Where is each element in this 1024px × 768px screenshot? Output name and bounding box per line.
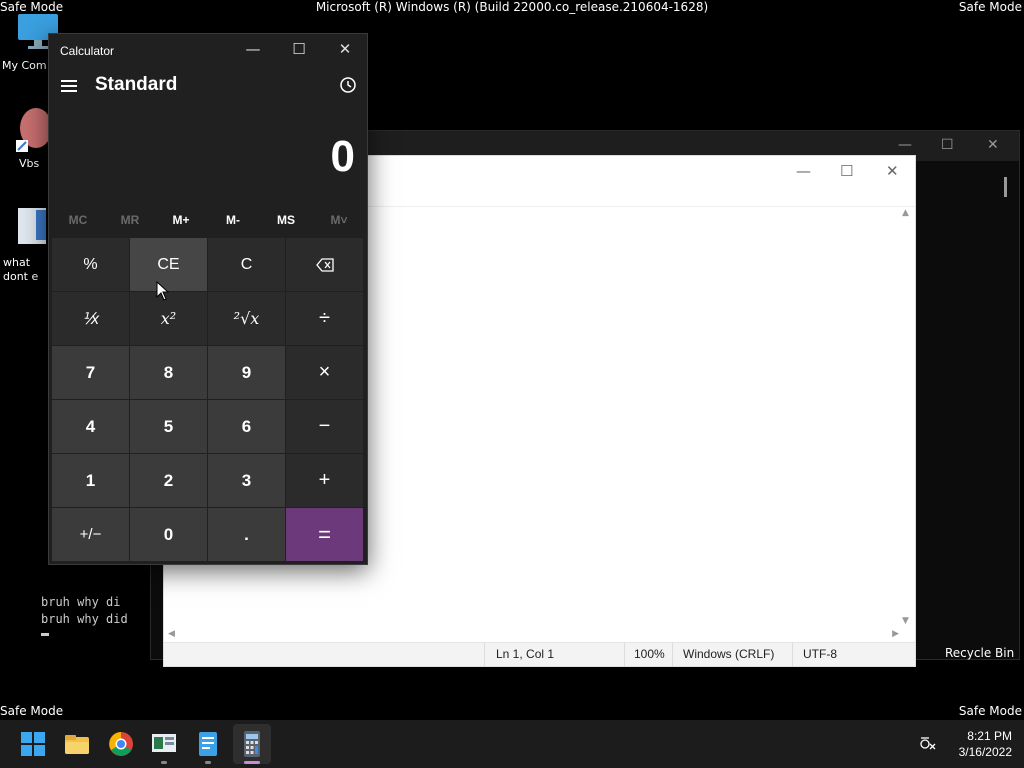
percent-button[interactable]: %: [52, 238, 129, 291]
taskbar: 8:21 PM 3/16/2022: [0, 720, 1024, 768]
console-scrollbar-thumb[interactable]: [1004, 177, 1007, 197]
memory-list-button[interactable]: M˅: [319, 213, 359, 227]
memory-add-button[interactable]: M+: [161, 213, 201, 227]
history-icon[interactable]: [339, 76, 357, 94]
safe-mode-label-bottom-left: Safe Mode: [0, 704, 64, 718]
notepad-status-bar: Ln 1, Col 1 100% Windows (CRLF) UTF-8: [164, 642, 915, 667]
divide-button[interactable]: ÷: [286, 292, 363, 345]
negate-button[interactable]: +/−: [52, 508, 129, 561]
close-icon[interactable]: ✕: [330, 40, 360, 58]
window-title: Calculator: [60, 44, 115, 58]
status-divider: [792, 643, 793, 667]
console-line: bruh why di: [41, 595, 121, 609]
digit-8-button[interactable]: 8: [130, 346, 207, 399]
scroll-down-icon[interactable]: ▼: [902, 616, 909, 626]
network-disconnected-icon[interactable]: [918, 734, 938, 754]
backspace-icon: [315, 257, 334, 272]
digit-9-button[interactable]: 9: [208, 346, 285, 399]
maximize-icon[interactable]: ☐: [840, 162, 853, 180]
status-divider: [624, 643, 625, 667]
recycle-bin-label[interactable]: Recycle Bin: [945, 646, 1014, 660]
square-root-button[interactable]: ²√x: [208, 292, 285, 345]
multiply-button[interactable]: ×: [286, 346, 363, 399]
memory-recall-button[interactable]: MR: [110, 213, 150, 227]
digit-1-button[interactable]: 1: [52, 454, 129, 507]
calculator-display: 0: [330, 132, 355, 181]
notepad-horizontal-scrollbar[interactable]: ◀ ▶: [166, 628, 899, 642]
status-encoding: UTF-8: [803, 647, 837, 661]
clear-button[interactable]: C: [208, 238, 285, 291]
minimize-icon[interactable]: —: [796, 162, 811, 180]
close-icon[interactable]: ✕: [987, 137, 999, 153]
digit-0-button[interactable]: 0: [130, 508, 207, 561]
status-divider: [672, 643, 673, 667]
clock-time: 8:21 PM: [967, 729, 1012, 743]
status-line-ending: Windows (CRLF): [683, 647, 775, 661]
equals-button[interactable]: =: [286, 508, 363, 561]
clock-date: 3/16/2022: [958, 745, 1012, 759]
digit-5-button[interactable]: 5: [130, 400, 207, 453]
minimize-icon[interactable]: —: [238, 40, 268, 58]
desktop-icon-label: what dont e: [3, 256, 39, 283]
console-cursor-line: [41, 577, 128, 594]
desktop-icon-label: Vbs: [19, 157, 40, 170]
calculator-keypad: % CE C ⅟x x² ²√x ÷ 7 8 9 × 4 5 6 − 1 2 3…: [52, 238, 366, 561]
chrome-browser-icon[interactable]: [105, 728, 137, 760]
hamburger-menu-icon[interactable]: [61, 80, 77, 92]
file-explorer-icon[interactable]: [61, 728, 93, 760]
close-icon[interactable]: ✕: [886, 162, 899, 180]
status-divider: [484, 643, 485, 667]
console-output: bruh why di bruh why did: [41, 577, 128, 636]
reciprocal-button[interactable]: ⅟x: [52, 292, 129, 345]
calculator-window[interactable]: Calculator — ☐ ✕ Standard 0 MC MR M+ M- …: [48, 33, 368, 565]
memory-clear-button[interactable]: MC: [58, 213, 98, 227]
digit-3-button[interactable]: 3: [208, 454, 285, 507]
status-zoom: 100%: [634, 647, 665, 661]
console-line: bruh why did: [41, 612, 128, 626]
notepad-vertical-scrollbar[interactable]: ▲ ▼: [901, 208, 913, 626]
build-info-text: Microsoft (R) Windows (R) (Build 22000.c…: [315, 0, 709, 14]
running-indicator: [205, 761, 211, 764]
maximize-icon[interactable]: ☐: [284, 40, 314, 58]
calculator-icon[interactable]: [236, 728, 268, 760]
system-clock[interactable]: 8:21 PM 3/16/2022: [959, 728, 1012, 760]
calculator-mode-title: Standard: [95, 74, 178, 95]
scroll-right-icon[interactable]: ▶: [892, 629, 899, 639]
memory-subtract-button[interactable]: M-: [213, 213, 253, 227]
minimize-icon[interactable]: —: [898, 137, 912, 153]
start-windows-icon[interactable]: [17, 728, 49, 760]
desktop-icon-label: My Com: [2, 59, 47, 72]
maximize-icon[interactable]: ☐: [941, 137, 954, 153]
control-panel-icon[interactable]: [148, 728, 180, 760]
digit-6-button[interactable]: 6: [208, 400, 285, 453]
active-indicator: [244, 761, 260, 764]
notepad-icon[interactable]: [192, 728, 224, 760]
safe-mode-label-top-right: Safe Mode: [958, 0, 1022, 14]
memory-store-button[interactable]: MS: [266, 213, 306, 227]
digit-2-button[interactable]: 2: [130, 454, 207, 507]
status-cursor-position: Ln 1, Col 1: [496, 647, 555, 661]
safe-mode-label-bottom-right: Safe Mode: [958, 704, 1022, 718]
decimal-button[interactable]: .: [208, 508, 285, 561]
mouse-cursor-icon: [156, 281, 170, 301]
backspace-button[interactable]: [286, 238, 363, 291]
console-cursor: [41, 633, 49, 636]
digit-7-button[interactable]: 7: [52, 346, 129, 399]
running-indicator: [161, 761, 167, 764]
add-button[interactable]: +: [286, 454, 363, 507]
scroll-left-icon[interactable]: ◀: [168, 629, 175, 639]
scroll-up-icon[interactable]: ▲: [902, 208, 909, 218]
subtract-button[interactable]: −: [286, 400, 363, 453]
digit-4-button[interactable]: 4: [52, 400, 129, 453]
